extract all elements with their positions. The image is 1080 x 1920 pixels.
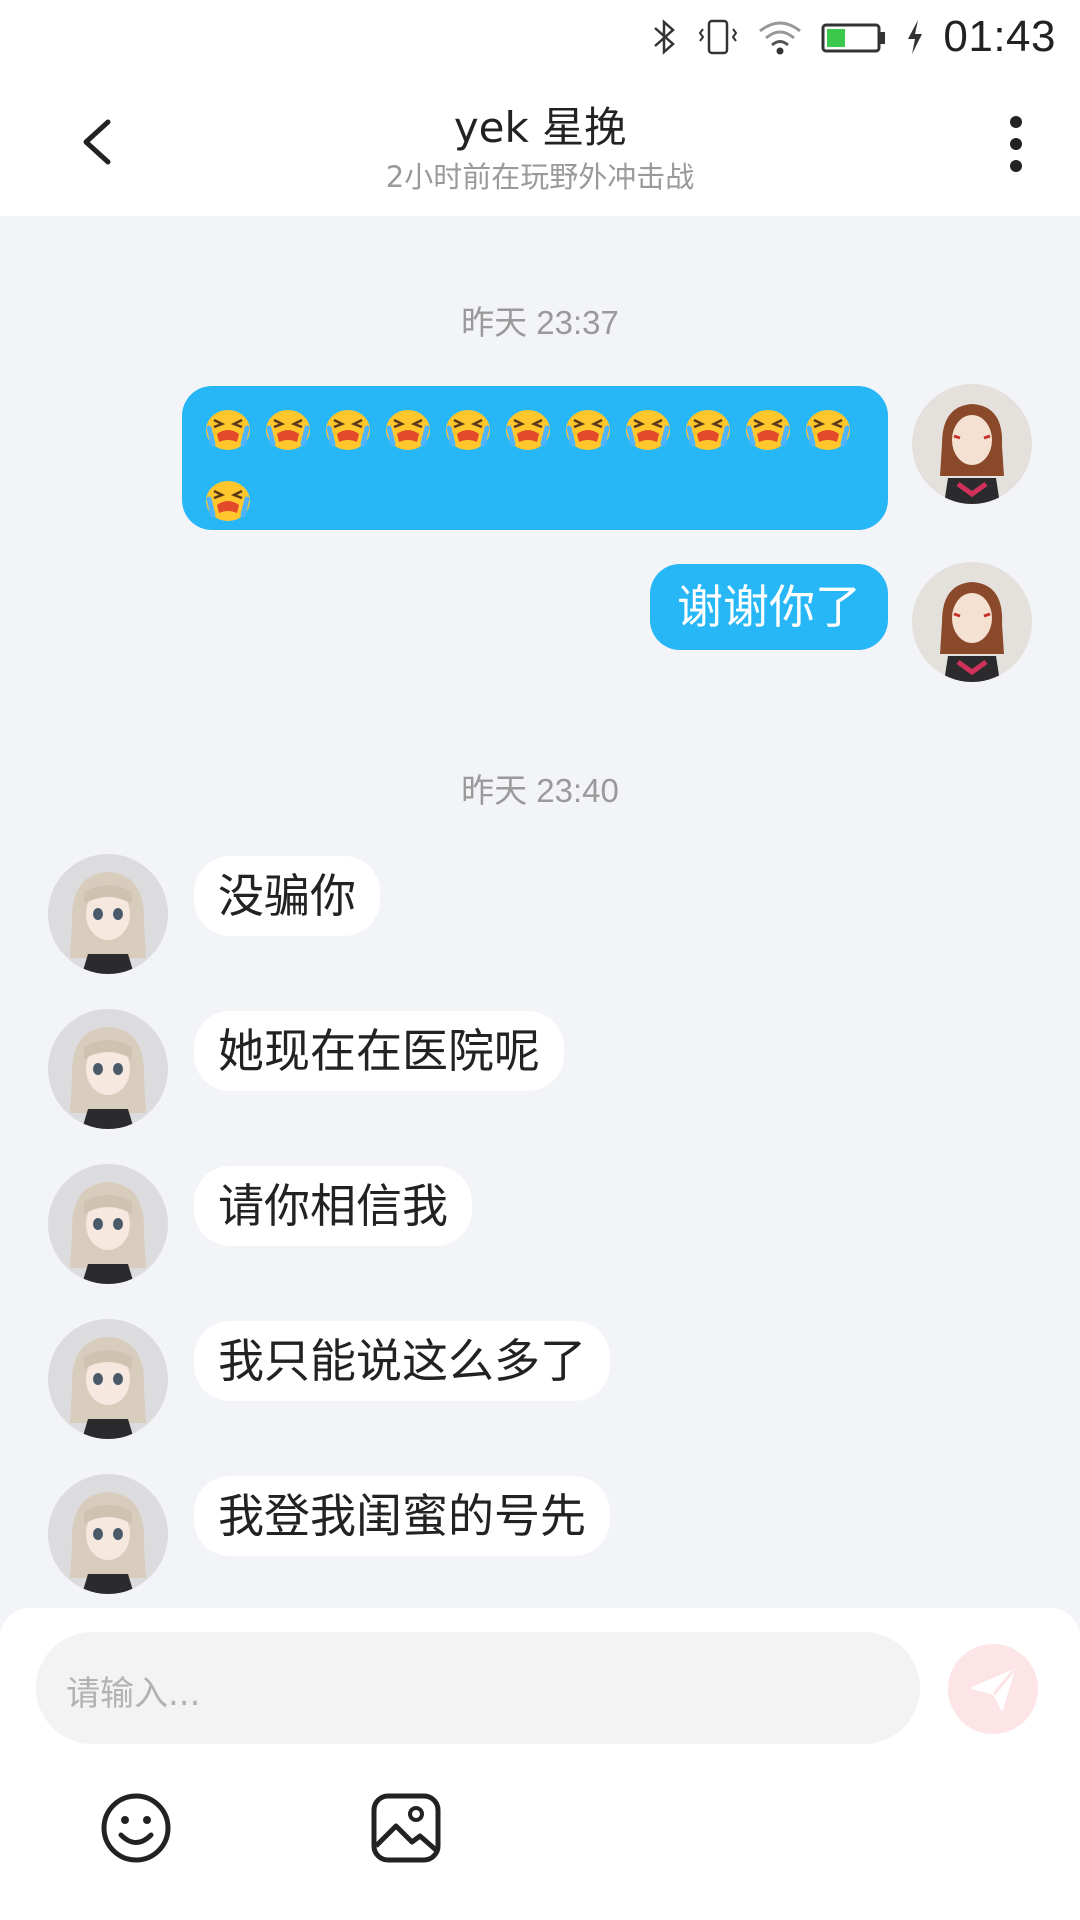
avatar-girl-brown-hair bbox=[912, 562, 1032, 682]
outgoing-message[interactable]: 谢谢你了 bbox=[650, 564, 888, 650]
vibrate-icon bbox=[699, 19, 738, 55]
outgoing-emoji-message[interactable] bbox=[182, 386, 888, 530]
smile-icon[interactable] bbox=[98, 1790, 174, 1866]
crying-face-emoji bbox=[504, 404, 552, 463]
crying-face-emoji bbox=[264, 404, 312, 463]
status-time: 01:43 bbox=[943, 12, 1056, 61]
contact-avatar[interactable] bbox=[48, 1319, 168, 1439]
incoming-message[interactable]: 请你相信我 bbox=[194, 1166, 472, 1246]
contact-avatar[interactable] bbox=[48, 1164, 168, 1284]
avatar-girl-brown-hair bbox=[912, 384, 1032, 504]
timestamp: 昨天 23:37 bbox=[461, 304, 619, 341]
bluetooth-icon bbox=[654, 19, 676, 55]
timestamp: 昨天 23:40 bbox=[461, 772, 619, 809]
crying-face-emoji bbox=[384, 404, 432, 463]
avatar-girl-silver-hair bbox=[48, 1474, 168, 1594]
avatar-girl-silver-hair bbox=[48, 1319, 168, 1439]
avatar-girl-silver-hair bbox=[48, 854, 168, 974]
incoming-message[interactable]: 我登我闺蜜的号先 bbox=[194, 1476, 610, 1556]
more-vertical-icon[interactable] bbox=[996, 112, 1036, 176]
send-button[interactable] bbox=[948, 1644, 1038, 1734]
contact-avatar[interactable] bbox=[48, 1009, 168, 1129]
incoming-message[interactable]: 我只能说这么多了 bbox=[194, 1321, 610, 1401]
incoming-message[interactable]: 她现在在医院呢 bbox=[194, 1011, 564, 1091]
crying-face-emoji bbox=[624, 404, 672, 463]
contact-status: 2小时前在玩野外冲击战 bbox=[385, 160, 695, 194]
avatar-girl-silver-hair bbox=[48, 1009, 168, 1129]
input-placeholder: 请输入... bbox=[66, 1674, 201, 1714]
composer: 请输入... bbox=[0, 1608, 1080, 1920]
crying-face-emoji bbox=[684, 404, 732, 463]
avatar-girl-silver-hair bbox=[48, 1164, 168, 1284]
send-icon bbox=[971, 1669, 1016, 1711]
crying-face-emoji bbox=[804, 404, 852, 463]
image-icon[interactable] bbox=[368, 1790, 444, 1866]
contact-name: yek 星挽 bbox=[453, 103, 627, 152]
battery-icon bbox=[821, 23, 886, 53]
contact-avatar[interactable] bbox=[48, 854, 168, 974]
wifi-icon bbox=[759, 21, 802, 55]
my-avatar[interactable] bbox=[912, 562, 1032, 682]
crying-face-emoji bbox=[564, 404, 612, 463]
crying-face-emoji bbox=[444, 404, 492, 463]
contact-avatar[interactable] bbox=[48, 1474, 168, 1594]
incoming-message[interactable]: 没骗你 bbox=[194, 856, 380, 936]
charging-icon bbox=[908, 20, 923, 54]
chat-header: yek 星挽 2小时前在玩野外冲击战 bbox=[0, 72, 1080, 216]
status-icons: 01:43 bbox=[649, 12, 1056, 62]
crying-face-emoji bbox=[324, 404, 372, 463]
crying-face-emoji bbox=[204, 404, 252, 463]
crying-face-emoji bbox=[204, 475, 252, 534]
my-avatar[interactable] bbox=[912, 384, 1032, 504]
message-input[interactable]: 请输入... bbox=[36, 1632, 920, 1744]
crying-face-emoji bbox=[744, 404, 792, 463]
emoji-row bbox=[182, 386, 906, 552]
status-bar: 01:43 bbox=[0, 0, 1080, 72]
message-list[interactable]: 昨天 23:37 谢谢你了 昨天 23:40 没骗你她现在在医院呢 请你相信我我只… bbox=[0, 216, 1080, 1606]
